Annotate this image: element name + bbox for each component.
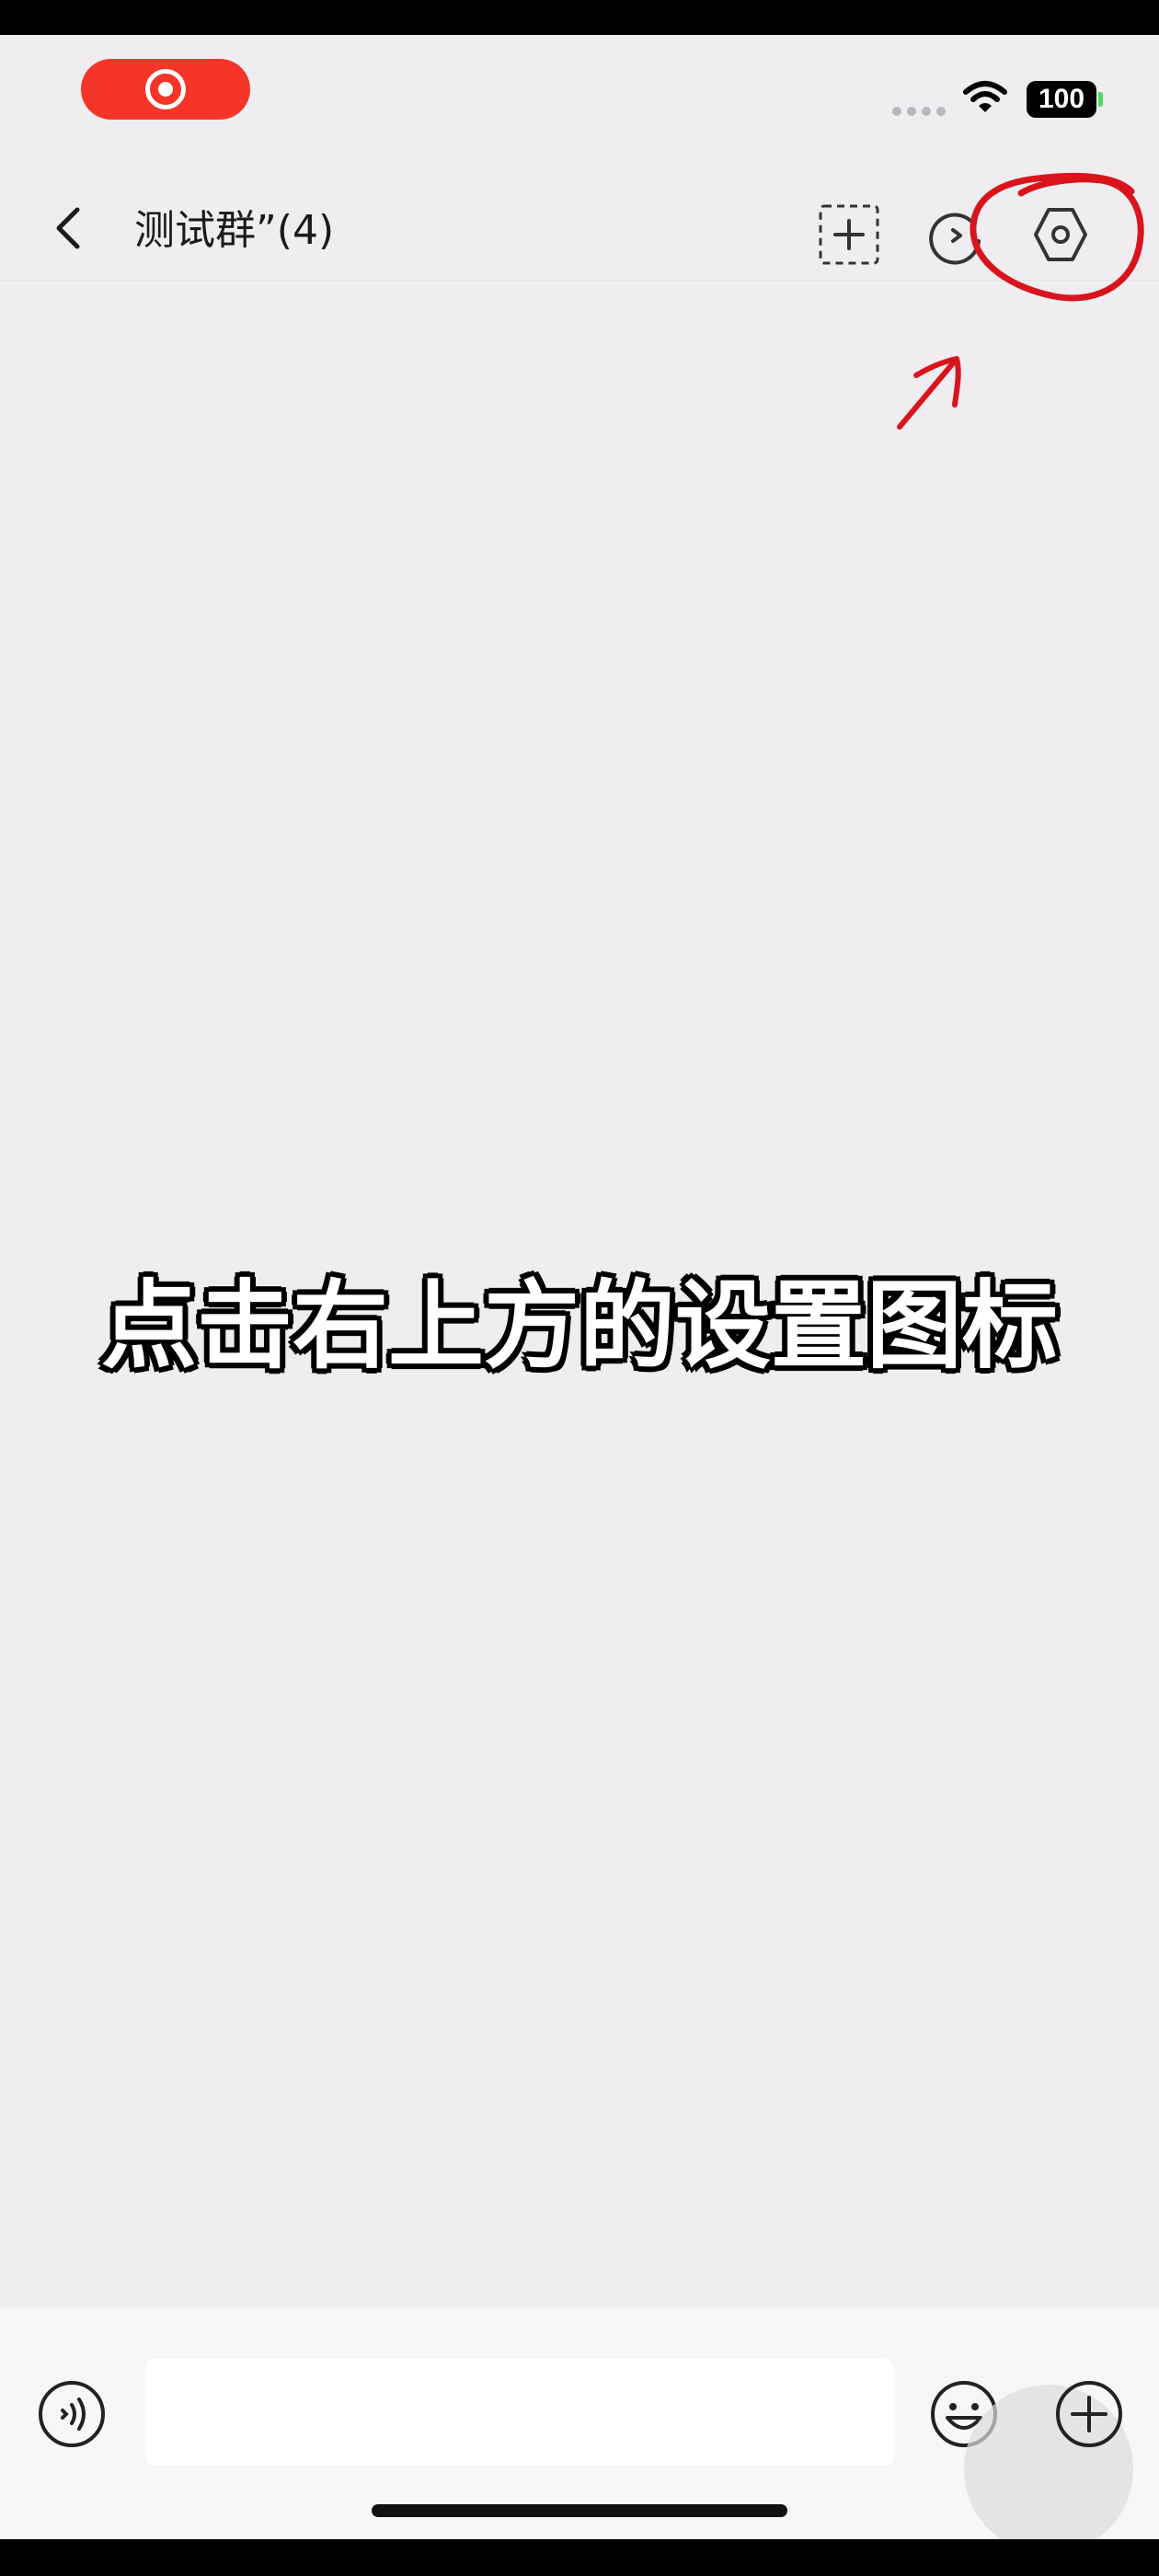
cellular-signal-icon [892, 107, 946, 116]
history-icon[interactable] [924, 202, 988, 267]
message-input[interactable] [145, 2359, 894, 2466]
screen-recording-indicator[interactable] [81, 59, 250, 120]
voice-icon[interactable] [37, 2379, 107, 2449]
battery-level: 100 [1038, 84, 1085, 114]
home-indicator[interactable] [372, 2504, 787, 2517]
plus-icon[interactable] [1052, 2377, 1126, 2451]
record-icon [145, 69, 186, 109]
battery-tip [1098, 92, 1103, 107]
chat-screen: 100 测试群”(4) 点击右上方的设置图标 [0, 35, 1159, 2539]
back-icon[interactable] [46, 201, 92, 256]
settings-icon[interactable] [1028, 202, 1093, 267]
add-member-icon[interactable] [817, 202, 881, 267]
chat-title: 测试群”(4) [134, 207, 335, 254]
wifi-icon [963, 81, 1007, 112]
nav-bar: 测试群”(4) [0, 173, 1159, 281]
instruction-caption: 点击右上方的设置图标 [100, 1270, 1058, 1382]
battery-indicator: 100 [1027, 81, 1096, 118]
status-bar: 100 [0, 35, 1159, 136]
